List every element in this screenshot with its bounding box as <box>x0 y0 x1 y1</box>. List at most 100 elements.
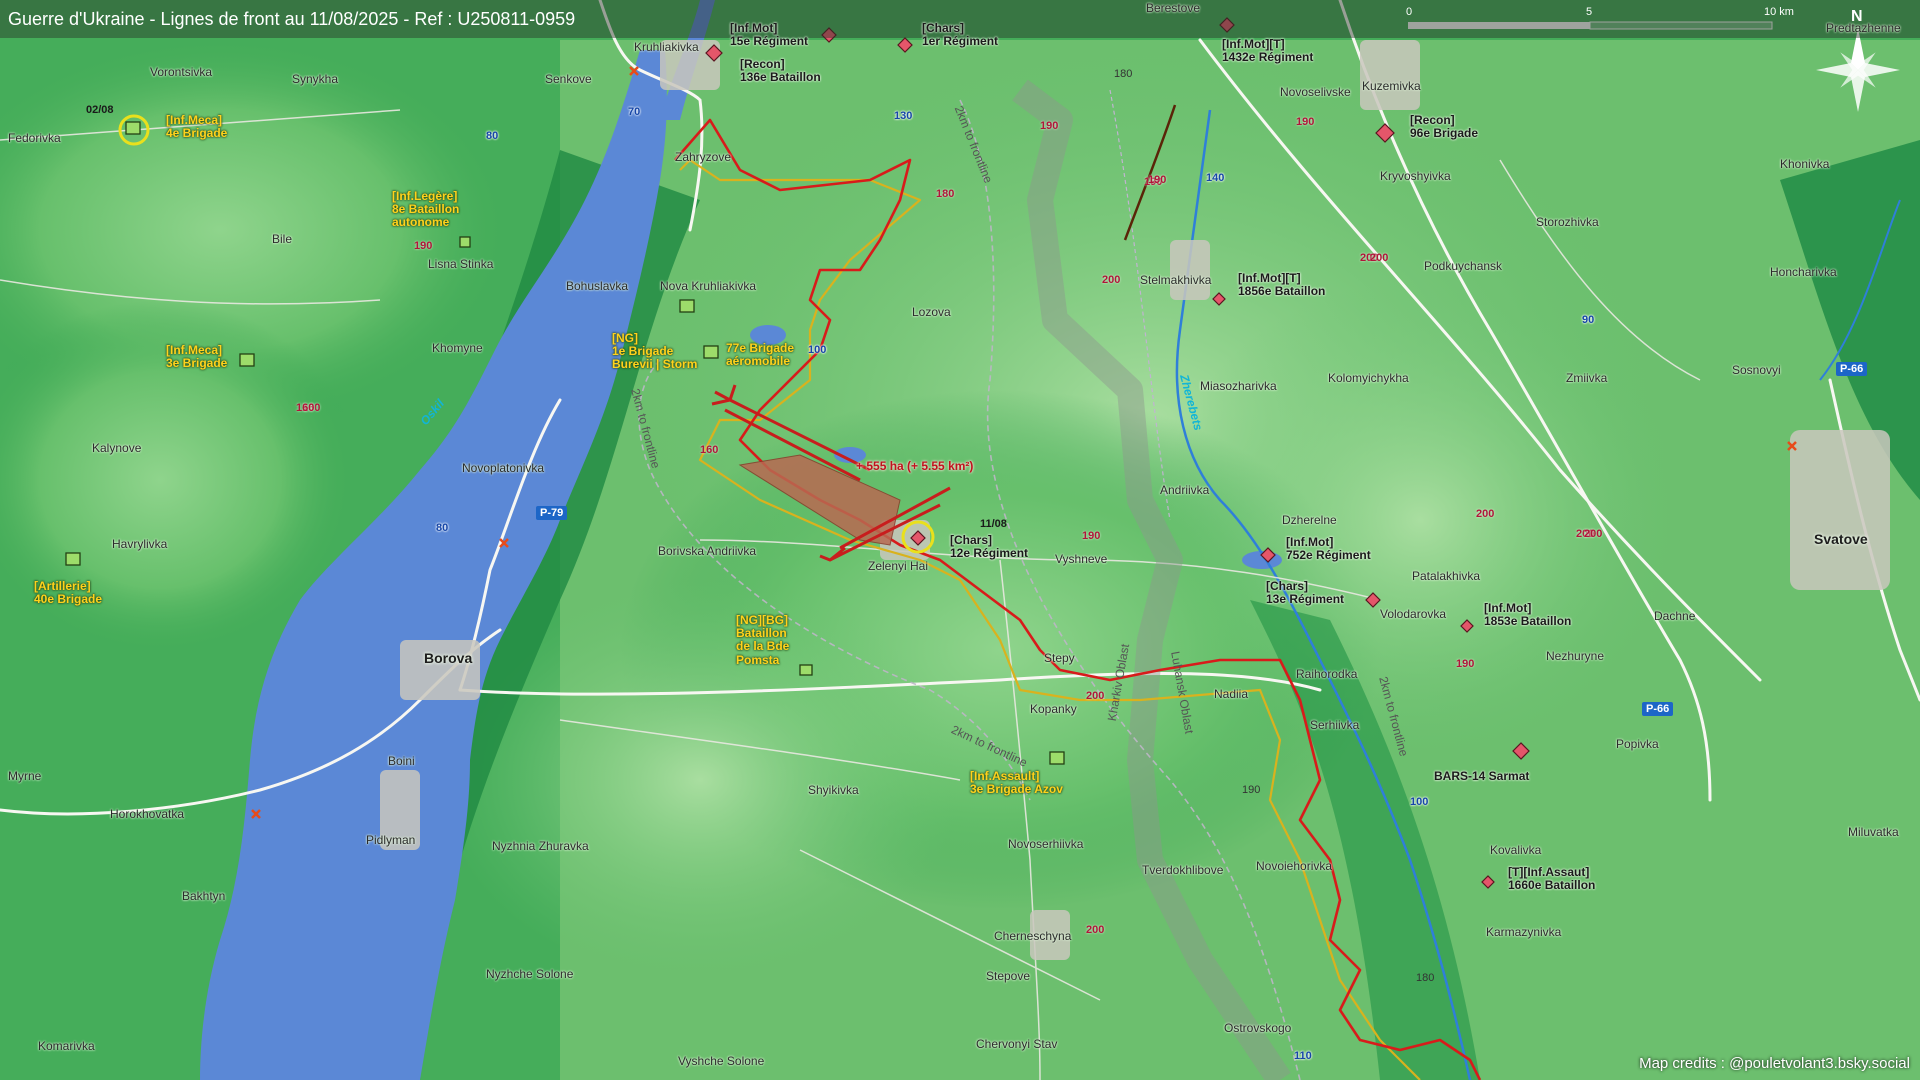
town-kuzemivka[interactable]: Kuzemivka <box>1362 79 1421 93</box>
town-nezhuryne[interactable]: Nezhuryne <box>1546 649 1604 663</box>
town-popivka[interactable]: Popivka <box>1616 737 1659 751</box>
town-serhiivka[interactable]: Serhiivka <box>1310 718 1359 732</box>
scale-label-zero: 0 <box>1406 6 1413 18</box>
unit-ua-ng-bg[interactable]: [NG][BG] Bataillon de la Bde Pomsta <box>736 613 789 667</box>
town-miluvatka[interactable]: Miluvatka <box>1848 825 1899 839</box>
town-havrylivka[interactable]: Havrylivka <box>112 537 167 551</box>
unit-ru-bars14[interactable]: BARS-14 Sarmat <box>1434 769 1529 783</box>
town-kolomyichykha[interactable]: Kolomyichykha <box>1328 371 1409 385</box>
town-stelmakhivka[interactable]: Stelmakhivka <box>1140 273 1211 287</box>
town-zahryzove[interactable]: Zahryzove <box>675 150 731 164</box>
elevation-label: 190 <box>1082 530 1101 542</box>
town-kruhliakivka[interactable]: Kruhliakivka <box>634 40 699 54</box>
town-zelenyi-hai[interactable]: Zelenyi Hai <box>868 559 928 573</box>
town-khomyne[interactable]: Khomyne <box>432 341 483 355</box>
unit-ua-inf-meca-3[interactable]: [Inf.Meca] 3e Brigade <box>166 343 227 370</box>
town-vyshneve[interactable]: Vyshneve <box>1055 552 1107 566</box>
town-stepy[interactable]: Stepy <box>1044 651 1075 665</box>
town-lisna-stinka[interactable]: Lisna Stinka <box>428 257 493 271</box>
town-honcharivka[interactable]: Honcharivka <box>1770 265 1837 279</box>
unit-ru-inf-mot-752[interactable]: [Inf.Mot] 752e Régiment <box>1286 535 1371 562</box>
elevation-label: 180 <box>936 188 955 200</box>
town-nyzhche-solone[interactable]: Nyzhche Solone <box>486 967 573 981</box>
unit-ru-inf-mot-t-1856[interactable]: [Inf.Mot][T] 1856e Bataillon <box>1238 271 1325 298</box>
town-svatove[interactable]: Svatove <box>1814 531 1868 547</box>
town-shyikivka[interactable]: Shyikivka <box>808 783 859 797</box>
unit-ua-inf-legere-8[interactable]: [Inf.Legère] 8e Bataillon autonome <box>392 189 459 230</box>
unit-ru-chars-13[interactable]: [Chars] 13e Régiment <box>1266 579 1344 606</box>
unit-date-label: 02/08 <box>86 104 114 116</box>
town-dachne[interactable]: Dachne <box>1654 609 1695 623</box>
compass-rose-icon <box>1833 70 1883 71</box>
town-lozova[interactable]: Lozova <box>912 305 951 319</box>
town-cherneschyna[interactable]: Cherneschyna <box>994 929 1071 943</box>
town-ostrovskogo[interactable]: Ostrovskogo <box>1224 1021 1291 1035</box>
town-berestove[interactable]: Berestove <box>1146 1 1200 15</box>
town-chervonyi-stav[interactable]: Chervonyi Stav <box>976 1037 1057 1051</box>
town-novoselivske[interactable]: Novoselivske <box>1280 85 1351 99</box>
road-badge-p66-north: P-66 <box>1836 362 1868 376</box>
town-raihorodka[interactable]: Raihorodka <box>1296 667 1357 681</box>
town-borova[interactable]: Borova <box>424 650 472 666</box>
town-patalakhivka[interactable]: Patalakhivka <box>1412 569 1480 583</box>
town-tverdokhlibove[interactable]: Tverdokhlibove <box>1142 863 1223 877</box>
town-novoplatonivka[interactable]: Novoplatonivka <box>462 461 544 475</box>
town-boini[interactable]: Boini <box>388 754 415 768</box>
town-sosnovyi[interactable]: Sosnovyi <box>1732 363 1781 377</box>
town-kryvoshyivka[interactable]: Kryvoshyivka <box>1380 169 1451 183</box>
town-karmazynivka[interactable]: Karmazynivka <box>1486 925 1561 939</box>
unit-ru-inf-mot-t-1432[interactable]: [Inf.Mot][T] 1432e Régiment <box>1222 37 1313 64</box>
town-predtechyne[interactable]: Predtazhenne <box>1826 21 1901 35</box>
town-komarivka[interactable]: Komarivka <box>38 1039 95 1053</box>
town-miasozharivka[interactable]: Miasozharivka <box>1200 379 1277 393</box>
unit-ru-inf-mot-15[interactable]: [Inf.Mot] 15e Régiment <box>730 21 808 48</box>
town-kopanky[interactable]: Kopanky <box>1030 702 1077 716</box>
town-khonivka[interactable]: Khonivka <box>1780 157 1829 171</box>
unit-ru-recon-96[interactable]: [Recon] 96e Brigade <box>1410 113 1478 140</box>
town-kovalivka[interactable]: Kovalivka <box>1490 843 1541 857</box>
town-myrne[interactable]: Myrne <box>8 769 41 783</box>
town-synykha[interactable]: Synykha <box>292 72 338 86</box>
unit-ua-ng-1[interactable]: [NG] 1e Brigade Burevii | Storm <box>612 331 697 372</box>
elevation-label: 200 <box>1584 528 1603 540</box>
unit-ua-artillerie-40[interactable]: [Artillerie] 40e Brigade <box>34 579 102 606</box>
town-volodarovka[interactable]: Volodarovka <box>1380 607 1446 621</box>
town-vorontsivka[interactable]: Vorontsivka <box>150 65 212 79</box>
town-bile[interactable]: Bile <box>272 232 292 246</box>
unit-ua-inf-meca-4[interactable]: [Inf.Meca] 4e Brigade <box>166 113 227 140</box>
road-number: 90 <box>1582 314 1595 326</box>
town-horokhovatka[interactable]: Horokhovatka <box>110 807 184 821</box>
town-vyshche-solone[interactable]: Vyshche Solone <box>678 1054 764 1068</box>
unit-ua-airmobile-77[interactable]: 77e Brigade aéromobile <box>726 341 794 368</box>
town-kalynove[interactable]: Kalynove <box>92 441 141 455</box>
town-pidlyman[interactable]: Pidlyman <box>366 833 415 847</box>
town-nadiia[interactable]: Nadiia <box>1214 687 1248 701</box>
town-borivska-andriivka[interactable]: Borivska Andriivka <box>658 544 756 558</box>
map-title: Guerre d'Ukraine - Lignes de front au 11… <box>8 9 576 29</box>
unit-ua-azov[interactable]: [Inf.Assault] 3e Brigade Azov <box>970 769 1063 796</box>
elevation-label: 160 <box>700 444 719 456</box>
town-storozhivka[interactable]: Storozhivka <box>1536 215 1599 229</box>
town-novoiehorivka[interactable]: Novoiehorivka <box>1256 859 1332 873</box>
town-nyzhnia-zhuravka[interactable]: Nyzhnia Zhuravka <box>492 839 589 853</box>
town-fedorivka[interactable]: Fedorivka <box>8 131 61 145</box>
town-novoserhiivka[interactable]: Novoserhiivka <box>1008 837 1083 851</box>
unit-ru-chars-1[interactable]: [Chars] 1er Régiment <box>922 21 998 48</box>
town-dzherelne[interactable]: Dzherelne <box>1282 513 1337 527</box>
town-nova-kruhliakivka[interactable]: Nova Kruhliakivka <box>660 279 756 293</box>
elevation-label: 200 <box>1476 508 1495 520</box>
town-senkove[interactable]: Senkove <box>545 72 592 86</box>
elevation-label: 190 <box>1296 116 1315 128</box>
unit-ru-chars-12[interactable]: [Chars] 12e Régiment <box>950 533 1028 560</box>
elevation-label: 200 <box>1086 924 1105 936</box>
unit-ru-t-inf-assault-1660[interactable]: [T][Inf.Assaut] 1660e Bataillon <box>1508 865 1595 892</box>
town-zmiivka[interactable]: Zmiivka <box>1566 371 1607 385</box>
town-stepove[interactable]: Stepove <box>986 969 1030 983</box>
unit-ru-inf-mot-1853[interactable]: [Inf.Mot] 1853e Bataillon <box>1484 601 1571 628</box>
elevation-label: 190 <box>414 240 433 252</box>
town-bohuslavka[interactable]: Bohuslavka <box>566 279 628 293</box>
town-podkuychansk[interactable]: Podkuychansk <box>1424 259 1502 273</box>
town-andriivka[interactable]: Andriivka <box>1160 483 1209 497</box>
town-bakhtyn[interactable]: Bakhtyn <box>182 889 225 903</box>
unit-ru-recon-136[interactable]: [Recon] 136e Bataillon <box>740 57 821 84</box>
